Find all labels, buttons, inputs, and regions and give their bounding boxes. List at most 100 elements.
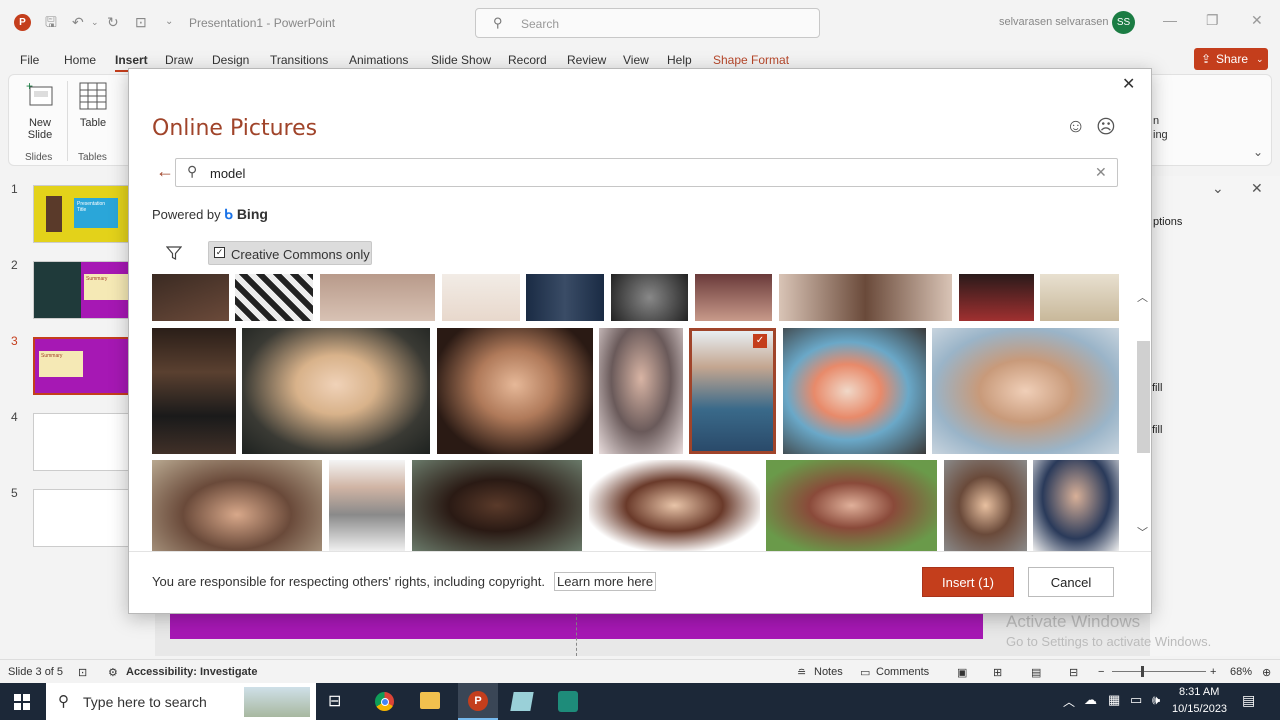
accessibility-icon[interactable]: ⚙ [108,666,118,679]
powerpoint-taskbar-icon[interactable]: P [458,683,498,720]
image-result[interactable] [235,274,313,321]
clock-time[interactable]: 8:31 AM [1179,686,1219,698]
slideshow-icon[interactable]: ⊟ [1069,666,1078,679]
collapse-ribbon-icon[interactable]: ⌄ [1253,145,1263,159]
redo-icon[interactable]: ↻ [107,12,119,32]
image-result[interactable] [959,274,1034,321]
taskbar-search[interactable]: ⚲ Type here to search [46,683,316,720]
image-result[interactable] [932,328,1119,454]
zoom-out-icon[interactable]: − [1098,666,1104,678]
undo-dropdown-icon[interactable]: ⌄ [91,12,99,32]
notification-icon[interactable]: ▤ [1242,692,1255,709]
image-result[interactable] [1033,460,1119,551]
image-result[interactable] [599,328,683,454]
table-button[interactable]: Table [71,79,115,145]
image-result[interactable] [944,460,1027,551]
search-box[interactable]: ⚲ Search [475,8,820,38]
restore-icon[interactable]: ❐ [1206,12,1219,29]
zoom-level[interactable]: 68% [1230,666,1252,678]
new-slide-button[interactable]: + New Slide [17,79,63,145]
tab-shape-format[interactable]: Shape Format [713,53,789,67]
image-result[interactable] [152,274,229,321]
image-result[interactable] [320,274,435,321]
slide-thumbnail[interactable] [33,413,133,471]
image-result[interactable] [611,274,688,321]
comments-icon[interactable]: ▭ [860,666,870,679]
image-result[interactable] [152,328,236,454]
tab-slide-show[interactable]: Slide Show [431,53,491,67]
creative-commons-filter[interactable]: ✓ Creative Commons only [208,241,372,265]
windows-start-icon[interactable] [14,694,30,710]
normal-view-icon[interactable]: ▣ [957,666,967,679]
chevron-up-icon[interactable]: ︿ [1063,693,1075,710]
cloud-icon[interactable]: ☁ [1084,692,1097,708]
user-name[interactable]: selvarasen selvarasen [999,16,1108,28]
fit-slide-icon[interactable]: ⊕ [1262,666,1271,679]
avatar[interactable]: SS [1112,11,1135,34]
scrollbar-thumb[interactable] [1137,341,1150,453]
slide-thumbnail[interactable] [33,489,133,547]
image-result[interactable] [589,460,760,551]
slide-thumbnail[interactable]: Presentation Title [33,185,133,243]
image-result[interactable] [695,274,772,321]
image-result[interactable] [242,328,430,454]
image-result[interactable] [412,460,582,551]
tab-draw[interactable]: Draw [165,53,193,67]
clear-search-icon[interactable]: ✕ [1095,164,1107,181]
picture-search-input[interactable]: ⚲ model ✕ [175,158,1118,187]
image-result[interactable] [766,460,937,551]
display-icon[interactable]: ▭ [1130,692,1142,708]
insert-button[interactable]: Insert (1) [922,567,1014,597]
pane-collapse-icon[interactable]: ⌄ [1212,180,1224,197]
slide-thumbnail[interactable]: Summary [33,261,133,319]
image-result[interactable] [442,274,520,321]
undo-icon[interactable]: ↶ [72,12,84,32]
spelling-icon[interactable]: ⊡ [78,666,87,679]
filter-icon[interactable] [166,245,182,261]
tab-record[interactable]: Record [508,53,547,67]
minimize-icon[interactable]: — [1163,12,1177,28]
tab-help[interactable]: Help [667,53,692,67]
tab-view[interactable]: View [623,53,649,67]
zoom-in-icon[interactable]: + [1210,666,1216,678]
image-result[interactable] [526,274,604,321]
volume-icon[interactable]: 🕪 [1152,692,1160,708]
cancel-button[interactable]: Cancel [1028,567,1114,597]
notes-icon[interactable]: ≘ [797,666,806,679]
chrome-icon[interactable] [374,691,395,712]
file-explorer-icon[interactable] [420,692,440,709]
clock-date[interactable]: 10/15/2023 [1172,703,1227,715]
slide-thumbnail-selected[interactable]: Summary [33,337,133,395]
image-result[interactable] [1040,274,1119,321]
zoom-slider[interactable] [1112,666,1206,677]
app-icon[interactable] [510,692,534,711]
present-icon[interactable]: ⊡ [135,12,147,32]
customize-toolbar-icon[interactable]: ⌄ [165,12,173,32]
tab-animations[interactable]: Animations [349,53,408,67]
scroll-up-icon[interactable]: ︿ [1137,289,1148,305]
pane-close-icon[interactable]: ✕ [1251,180,1263,197]
share-button[interactable]: ⇪ Share ⌄ [1194,48,1268,70]
image-result-selected[interactable]: ✓ [689,328,776,454]
network-icon[interactable]: ▦ [1108,692,1120,708]
accessibility-status[interactable]: Accessibility: Investigate [126,666,257,678]
smile-feedback-icon[interactable]: ☺ [1066,116,1085,138]
scroll-down-icon[interactable]: ﹀ [1137,524,1148,540]
zoom-slider-thumb[interactable] [1141,666,1144,677]
image-result[interactable] [152,460,322,551]
tab-design[interactable]: Design [212,53,249,67]
image-result[interactable] [329,460,405,551]
close-window-icon[interactable]: ✕ [1251,12,1263,29]
tab-transitions[interactable]: Transitions [270,53,328,67]
dialog-close-icon[interactable]: ✕ [1122,74,1135,94]
learn-more-link[interactable]: Learn more here [554,572,657,591]
tab-home[interactable]: Home [64,53,96,67]
task-view-icon[interactable]: ⊟ [328,691,341,711]
reading-view-icon[interactable]: ▤ [1031,666,1041,679]
notes-button[interactable]: Notes [814,666,843,678]
tab-review[interactable]: Review [567,53,606,67]
image-result[interactable] [779,274,952,321]
tab-insert[interactable]: Insert [115,53,148,72]
slide-sorter-icon[interactable]: ⊞ [993,666,1002,679]
comments-button[interactable]: Comments [876,666,929,678]
